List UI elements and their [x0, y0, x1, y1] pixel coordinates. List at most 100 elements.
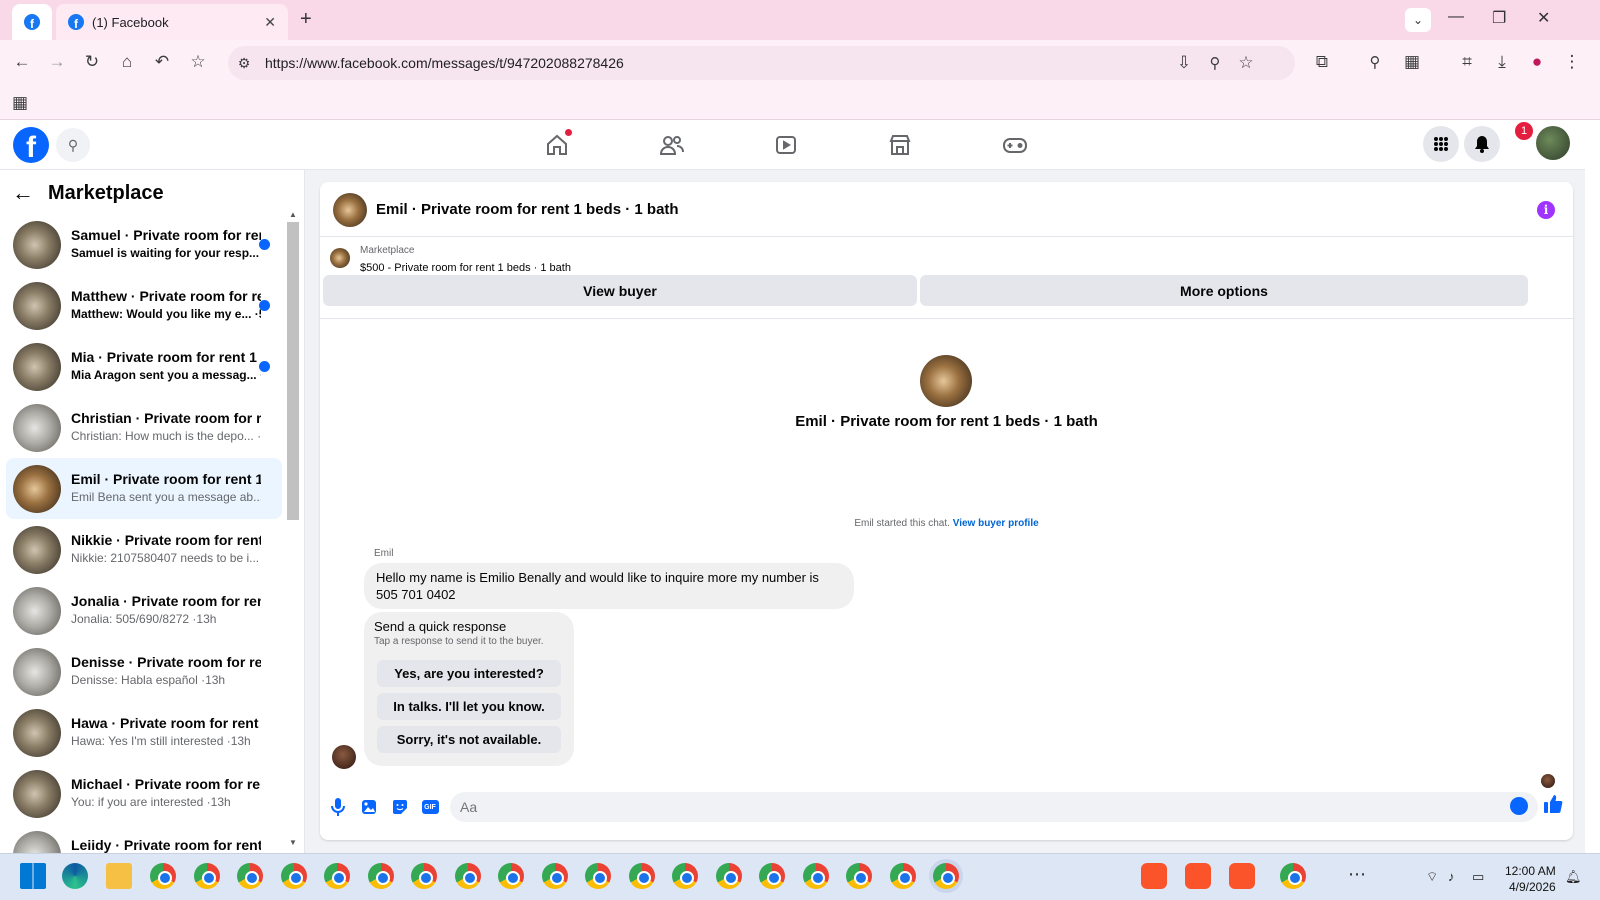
emoji-icon[interactable] [1510, 797, 1528, 815]
minimize-icon[interactable]: — [1448, 8, 1464, 26]
chrome-profile-icon[interactable] [367, 863, 394, 889]
quick-response-unavailable-button[interactable]: Sorry, it's not available. [377, 726, 561, 753]
close-window-icon[interactable]: ✕ [1537, 8, 1550, 28]
chrome-profile-icon[interactable] [672, 863, 698, 889]
scroll-down-icon[interactable]: ▼ [289, 838, 297, 847]
back-arrow-icon[interactable]: ← [12, 180, 34, 206]
notification-center-icon[interactable]: 🔔︎ [1565, 869, 1582, 885]
conversation-item[interactable]: Michael · Private room for rent ... You: … [6, 763, 282, 824]
brave-browser-icon[interactable] [1185, 863, 1211, 889]
gif-icon[interactable]: GIF [419, 796, 441, 818]
chrome-profile-icon[interactable] [1280, 863, 1306, 889]
chrome-profile-icon[interactable] [628, 863, 655, 889]
volume-icon[interactable]: ♪ [1448, 869, 1455, 884]
more-apps-icon[interactable]: ⋯ [1348, 864, 1366, 885]
conversation-item[interactable]: Hawa · Private room for rent 1 ... Hawa: … [6, 702, 282, 763]
home-icon[interactable]: ⌂ [115, 50, 139, 74]
conversation-item[interactable]: Mia · Private room for rent 1 b... Mia Ar… [6, 336, 282, 397]
quick-response-yes-button[interactable]: Yes, are you interested? [377, 660, 561, 687]
reload-icon[interactable]: ↻ [80, 50, 104, 74]
listing-title[interactable]: $500 - Private room for rent 1 beds · 1 … [360, 262, 571, 274]
conversation-item[interactable]: Christian · Private room for rent... Chri… [6, 397, 282, 458]
nav-gaming-icon[interactable] [1000, 131, 1030, 159]
tab-close-icon[interactable]: ✕ [264, 14, 276, 31]
quick-response-talks-button[interactable]: In talks. I'll let you know. [377, 693, 561, 720]
conversation-item[interactable]: Denisse · Private room for rent ... Denis… [6, 641, 282, 702]
chrome-profile-icon[interactable] [150, 863, 176, 889]
view-buyer-button[interactable]: View buyer [323, 275, 917, 306]
restore-icon[interactable]: ❐ [1492, 8, 1506, 28]
scrollbar-thumb[interactable] [287, 222, 299, 520]
brave-browser-icon[interactable] [1229, 863, 1255, 889]
edge-browser-icon[interactable] [62, 863, 88, 889]
menu-kebab-icon[interactable]: ⋮ [1560, 50, 1584, 74]
facebook-search-icon[interactable]: ⚲ [56, 128, 90, 162]
photo-icon[interactable] [358, 796, 380, 818]
chrome-profile-icon[interactable] [411, 863, 437, 889]
search-icon[interactable]: ⚲ [1363, 50, 1387, 74]
chrome-profile-icon[interactable] [541, 863, 568, 889]
conversation-item[interactable]: Leiidy · Private room for rent ... [6, 824, 282, 853]
install-app-icon[interactable]: ⇩ [1172, 51, 1196, 75]
chrome-profile-icon[interactable] [759, 863, 785, 889]
sidebar-scrollbar[interactable]: ▲ ▼ [287, 210, 299, 850]
chrome-profile-icon[interactable] [280, 863, 307, 889]
address-bar[interactable]: ⚙ https://www.facebook.com/messages/t/94… [228, 46, 1295, 80]
scroll-up-icon[interactable]: ▲ [289, 210, 297, 219]
chrome-profile-icon[interactable] [498, 863, 524, 889]
nav-video-icon[interactable] [771, 131, 801, 159]
chrome-profile-icon[interactable] [454, 863, 481, 889]
message-bubble[interactable]: Hello my name is Emilio Benally and woul… [364, 563, 854, 609]
brave-browser-icon[interactable] [1141, 863, 1167, 889]
qr-code-icon[interactable]: ▦ [1400, 50, 1424, 74]
battery-icon[interactable]: ▭ [1472, 869, 1484, 885]
chrome-profile-icon[interactable] [715, 863, 742, 889]
nav-marketplace-icon[interactable] [885, 131, 915, 159]
system-clock[interactable]: 12:00 AM 4/9/2026 [1505, 863, 1556, 895]
conversation-item[interactable]: Matthew · Private room for re... Matthew:… [6, 275, 282, 336]
chrome-profile-icon[interactable] [933, 863, 959, 889]
chat-avatar[interactable] [333, 193, 367, 227]
extensions-icon[interactable]: ⧉ [1310, 50, 1334, 74]
chrome-profile-icon[interactable] [846, 863, 872, 889]
star-icon[interactable]: ☆ [1234, 51, 1258, 75]
chrome-profile-icon[interactable] [802, 863, 829, 889]
start-button-icon[interactable] [20, 863, 46, 889]
new-tab-button[interactable]: + [300, 8, 312, 31]
info-icon[interactable]: i [1537, 201, 1555, 219]
undo-icon[interactable]: ↶ [150, 50, 174, 74]
conversation-item[interactable]: Jonalia · Private room for rent 1... Jona… [6, 580, 282, 641]
tab-search-chevron-icon[interactable]: ⌄ [1405, 8, 1431, 32]
chrome-profile-icon[interactable] [324, 863, 350, 889]
site-settings-icon[interactable]: ⚙ [232, 51, 256, 75]
chrome-profile-icon[interactable] [193, 863, 220, 889]
tab-facebook[interactable]: f (1) Facebook ✕ [56, 4, 288, 40]
chrome-profile-icon[interactable] [889, 863, 916, 889]
conversation-item[interactable]: Samuel · Private room for ren... Samuel i… [6, 214, 282, 275]
wifi-icon[interactable]: ⌔ [1426, 869, 1438, 885]
profile-icon[interactable]: ● [1525, 50, 1549, 74]
page-scrollbar[interactable] [1585, 120, 1600, 853]
more-options-button[interactable]: More options [920, 275, 1528, 306]
forward-icon[interactable]: → [45, 50, 69, 74]
bookmark-star-icon[interactable]: ☆ [186, 50, 210, 74]
chat-title[interactable]: Emil · Private room for rent 1 beds · 1 … [376, 201, 679, 218]
account-avatar[interactable] [1536, 126, 1570, 160]
download-icon[interactable]: ⤓ [1490, 50, 1514, 74]
conversation-item[interactable]: Emil · Private room for rent 1 be... Emil… [6, 458, 282, 519]
nav-friends-icon[interactable] [657, 131, 687, 159]
thumbs-up-icon[interactable] [1543, 794, 1563, 820]
microphone-icon[interactable] [327, 796, 349, 818]
conversation-item[interactable]: Nikkie · Private room for rent 1 ... Nikk… [6, 519, 282, 580]
message-input[interactable] [450, 792, 1538, 822]
notifications-bell-icon[interactable] [1464, 126, 1500, 162]
file-explorer-icon[interactable] [106, 863, 132, 889]
view-buyer-profile-link[interactable]: View buyer profile [953, 518, 1039, 529]
back-icon[interactable]: ← [10, 50, 34, 74]
facebook-logo-icon[interactable]: f [13, 127, 49, 163]
url-text[interactable]: https://www.facebook.com/messages/t/9472… [265, 55, 624, 71]
zoom-icon[interactable]: ⚲ [1203, 51, 1227, 75]
crop-icon[interactable]: ⌗ [1455, 50, 1479, 74]
menu-grid-icon[interactable] [1423, 126, 1459, 162]
chrome-profile-icon[interactable] [237, 863, 263, 889]
